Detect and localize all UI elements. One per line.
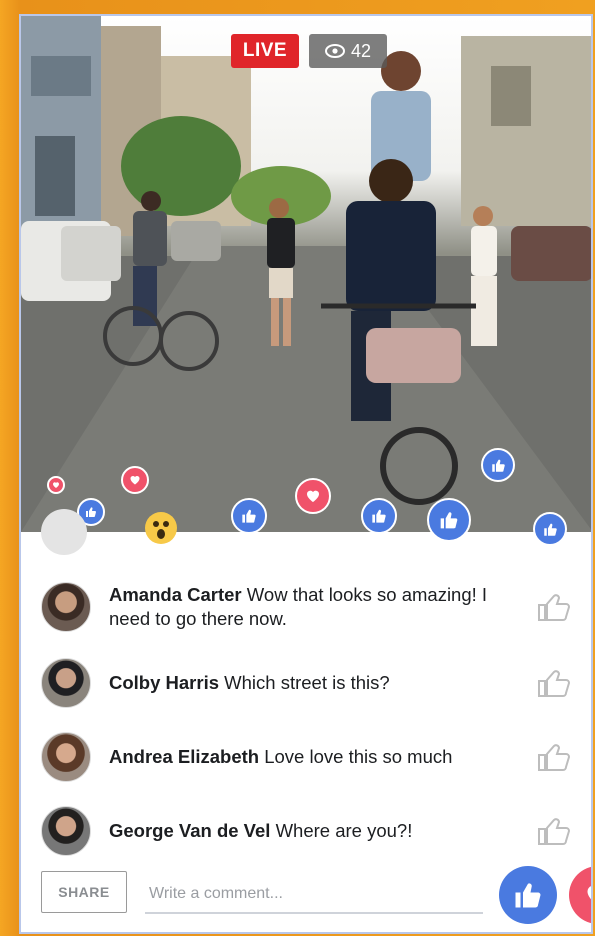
- comment-author[interactable]: Andrea Elizabeth: [109, 746, 259, 767]
- thumbs-up-outline-icon[interactable]: [535, 816, 573, 846]
- thumbs-up-icon: [481, 448, 515, 482]
- avatar: [41, 509, 87, 555]
- like-button[interactable]: [499, 866, 557, 924]
- heart-icon: [121, 466, 149, 494]
- comment-author[interactable]: George Van de Vel: [109, 820, 270, 841]
- comment-input[interactable]: [145, 876, 483, 914]
- comment-text: Where are you?!: [275, 820, 413, 841]
- comment-item: Colby Harris Which street is this?: [41, 658, 571, 708]
- comment-item: Amanda Carter Wow that looks so amazing!…: [41, 582, 571, 632]
- heart-icon: [47, 476, 65, 494]
- share-button[interactable]: SHARE: [41, 871, 127, 913]
- avatar[interactable]: [41, 658, 91, 708]
- heart-icon: [295, 478, 331, 514]
- avatar[interactable]: [41, 732, 91, 782]
- heart-icon: [587, 886, 591, 900]
- comment-text: Love love this so much: [264, 746, 453, 767]
- thumbs-up-outline-icon[interactable]: [535, 742, 573, 772]
- thumbs-up-outline-icon[interactable]: [535, 668, 573, 698]
- comment-author[interactable]: Colby Harris: [109, 672, 219, 693]
- live-badge: LIVE: [231, 34, 299, 68]
- viewer-count-badge: 42: [309, 34, 387, 68]
- comment-text: Which street is this?: [224, 672, 390, 693]
- thumbs-up-outline-icon[interactable]: [535, 592, 573, 622]
- eye-icon: [324, 44, 345, 58]
- viewer-count: 42: [350, 40, 372, 61]
- comment-author[interactable]: Amanda Carter: [109, 584, 242, 605]
- faded-comment: [41, 509, 501, 556]
- live-video-card: LIVE 42 Amanda Carter Wow that looks so …: [19, 14, 593, 934]
- comment-item: Andrea Elizabeth Love love this so much: [41, 732, 571, 782]
- thumbs-up-icon: [515, 883, 541, 908]
- love-button[interactable]: [569, 866, 591, 924]
- thumbs-up-icon: [533, 512, 567, 546]
- avatar[interactable]: [41, 806, 91, 856]
- avatar[interactable]: [41, 582, 91, 632]
- comment-item: George Van de Vel Where are you?!: [41, 806, 571, 856]
